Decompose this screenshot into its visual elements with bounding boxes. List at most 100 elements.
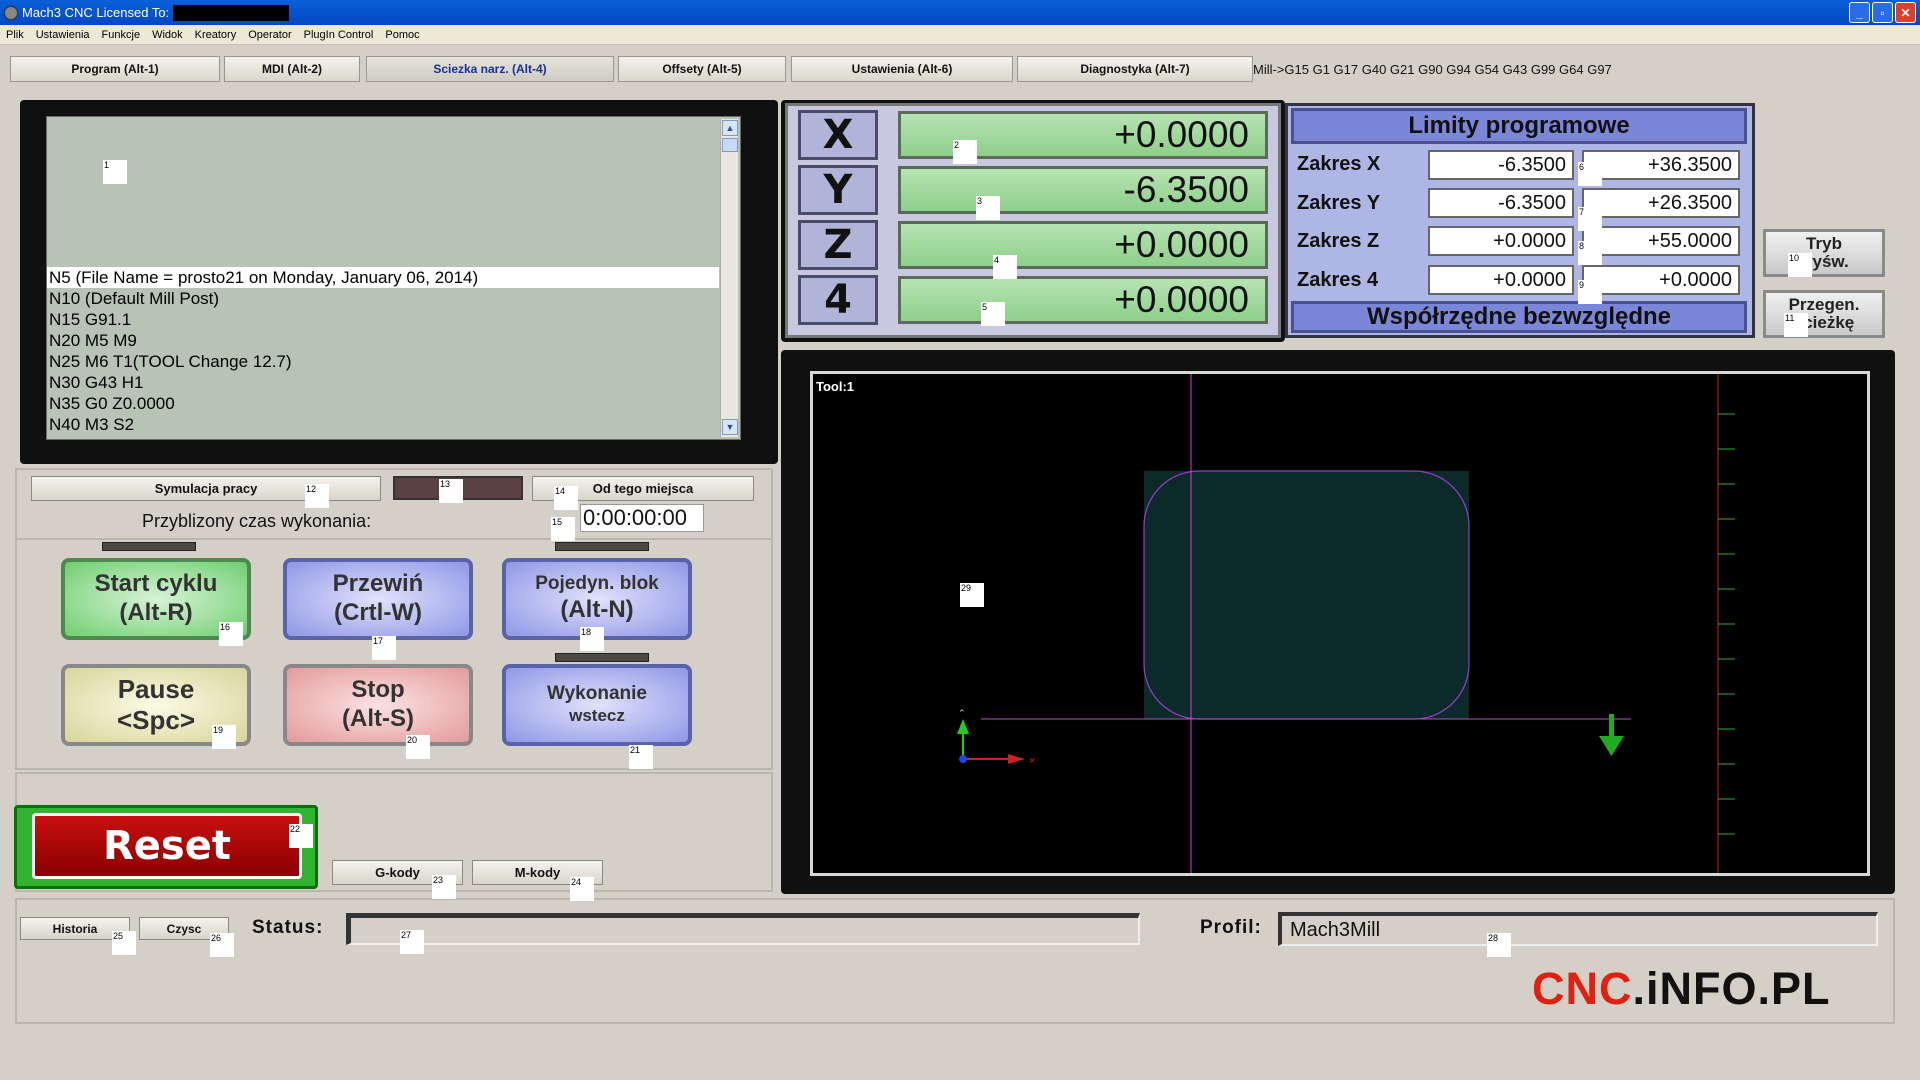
menu-kreatory[interactable]: Kreatory [195, 29, 237, 41]
toolpath-canvas: × ⌃ [957, 374, 1735, 873]
stock-region [1144, 471, 1469, 719]
marker-2: 2 [953, 140, 977, 164]
regenerate-toolpath-button[interactable]: Przegen. ścieżkę [1763, 290, 1885, 338]
close-button[interactable]: ✕ [1895, 2, 1916, 23]
marker-27: 27 [400, 930, 424, 954]
maximize-button[interactable]: ▫ [1872, 2, 1893, 23]
axis-x-label[interactable]: X [798, 110, 878, 160]
marker-26: 26 [210, 933, 234, 957]
profile-field: Mach3Mill [1278, 912, 1878, 946]
tab-toolpath[interactable]: Sciezka narz. (Alt-4) [366, 56, 614, 82]
brand-logo: CNC.iNFO.PL [1532, 963, 1831, 1014]
title-bar: Mach3 CNC Licensed To: [0, 0, 1920, 25]
gcode-list[interactable]: N5 (File Name = prosto21 on Monday, Janu… [46, 116, 741, 440]
dro-y-value[interactable]: -6.3500 [898, 166, 1268, 214]
tab-settings[interactable]: Ustawienia (Alt-6) [791, 56, 1013, 82]
menu-funkcje[interactable]: Funkcje [102, 29, 141, 41]
range-y-max[interactable]: +26.3500 [1582, 188, 1740, 218]
gcode-line: N10 (Default Mill Post) [49, 289, 220, 308]
dro-z-value[interactable]: +0.0000 [898, 221, 1268, 269]
stop-button[interactable]: Stop (Alt-S) [283, 664, 473, 746]
range-4-min[interactable]: +0.0000 [1428, 265, 1574, 295]
reset-button[interactable]: Reset [32, 813, 302, 879]
axis-y-label[interactable]: Y [798, 165, 878, 215]
marker-13: 13 [439, 479, 463, 503]
single-block-led [555, 542, 649, 551]
marker-14: 14 [554, 486, 578, 510]
axis-z-label[interactable]: Z [798, 220, 878, 270]
range-y-label: Zakres Y [1297, 192, 1381, 214]
marker-17: 17 [372, 636, 396, 660]
gcode-line: N20 M5 M9 [49, 331, 137, 350]
marker-15: 15 [551, 517, 575, 541]
range-x-max[interactable]: +36.3500 [1582, 150, 1740, 180]
profile-label: Profil: [1200, 917, 1262, 938]
menu-bar: Plik Ustawienia Funkcje Widok Kreatory O… [0, 25, 1920, 45]
window-title: Mach3 CNC Licensed To: [22, 5, 170, 20]
marker-4: 4 [993, 255, 1017, 279]
tab-row: Program (Alt-1) MDI (Alt-2) Sciezka narz… [0, 46, 1910, 96]
marker-1: 1 [103, 160, 127, 184]
range-z-max[interactable]: +55.0000 [1582, 226, 1740, 256]
toolpath-display[interactable]: × ⌃ [810, 371, 1870, 876]
marker-21: 21 [629, 745, 653, 769]
menu-plugin-control[interactable]: PlugIn Control [304, 29, 374, 41]
marker-25: 25 [112, 931, 136, 955]
tab-offsets[interactable]: Offsety (Alt-5) [618, 56, 786, 82]
gcode-line: N25 M6 T1(TOOL Change 12.7) [49, 352, 292, 371]
soft-limits-title: Limity programowe [1291, 108, 1747, 144]
range-z-min[interactable]: +0.0000 [1428, 226, 1574, 256]
status-label: Status: [252, 917, 324, 938]
minimize-button[interactable]: _ [1849, 2, 1870, 23]
marker-19: 19 [212, 725, 236, 749]
marker-20: 20 [406, 735, 430, 759]
reverse-led [555, 653, 649, 662]
absolute-coords-label[interactable]: Współrzędne bezwzględne [1291, 301, 1747, 333]
tab-diagnostics[interactable]: Diagnostyka (Alt-7) [1017, 56, 1253, 82]
marker-16: 16 [219, 622, 243, 646]
scroll-down-icon[interactable]: ▼ [722, 419, 738, 435]
menu-widok[interactable]: Widok [152, 29, 183, 41]
rewind-button[interactable]: Przewiń (Crtl-W) [283, 558, 473, 640]
dro-4-value[interactable]: +0.0000 [898, 276, 1268, 324]
axis-4-label[interactable]: 4 [798, 275, 878, 325]
axis-triad-icon: × ⌃ [957, 708, 1035, 767]
gcode-line-current: N5 (File Name = prosto21 on Monday, Janu… [47, 267, 719, 288]
marker-22: 22 [289, 824, 313, 848]
marker-23: 23 [432, 875, 456, 899]
range-4-label: Zakres 4 [1297, 269, 1379, 291]
estimated-time-label: Przyblizony czas wykonania: [142, 511, 372, 531]
range-y-min[interactable]: -6.3500 [1428, 188, 1574, 218]
range-x-min[interactable]: -6.3500 [1428, 150, 1574, 180]
menu-plik[interactable]: Plik [6, 29, 24, 41]
marker-3: 3 [976, 196, 1000, 220]
marker-28: 28 [1487, 933, 1511, 957]
svg-text:×: × [1029, 755, 1035, 767]
marker-5: 5 [981, 302, 1005, 326]
scroll-up-icon[interactable]: ▲ [722, 120, 738, 136]
tab-program[interactable]: Program (Alt-1) [10, 56, 220, 82]
marker-29: 29 [960, 583, 984, 607]
gcode-scrollbar[interactable]: ▲ ▼ [720, 119, 738, 437]
range-z-label: Zakres Z [1297, 230, 1380, 252]
menu-pomoc[interactable]: Pomoc [385, 29, 419, 41]
modal-codes: Mill->G15 G1 G17 G40 G21 G90 G94 G54 G43… [1253, 62, 1612, 77]
marker-8: 8 [1578, 241, 1602, 265]
display-mode-button[interactable]: Tryb wyśw. [1763, 229, 1885, 277]
scroll-thumb[interactable] [722, 138, 738, 152]
marker-9: 9 [1578, 280, 1602, 304]
status-field [346, 913, 1140, 945]
reverse-run-button[interactable]: Wykonanie wstecz [502, 664, 692, 746]
menu-ustawienia[interactable]: Ustawienia [36, 29, 90, 41]
marker-10: 10 [1788, 253, 1812, 277]
marker-24: 24 [570, 877, 594, 901]
tab-mdi[interactable]: MDI (Alt-2) [224, 56, 360, 82]
gcode-line: N15 G91.1 [49, 310, 132, 329]
marker-12: 12 [305, 484, 329, 508]
range-4-max[interactable]: +0.0000 [1582, 265, 1740, 295]
gcode-line: N40 M3 S2 [49, 415, 135, 434]
menu-operator[interactable]: Operator [248, 29, 291, 41]
redacted-licensee [173, 4, 290, 21]
start-led [102, 542, 196, 551]
marker-7: 7 [1578, 207, 1602, 231]
